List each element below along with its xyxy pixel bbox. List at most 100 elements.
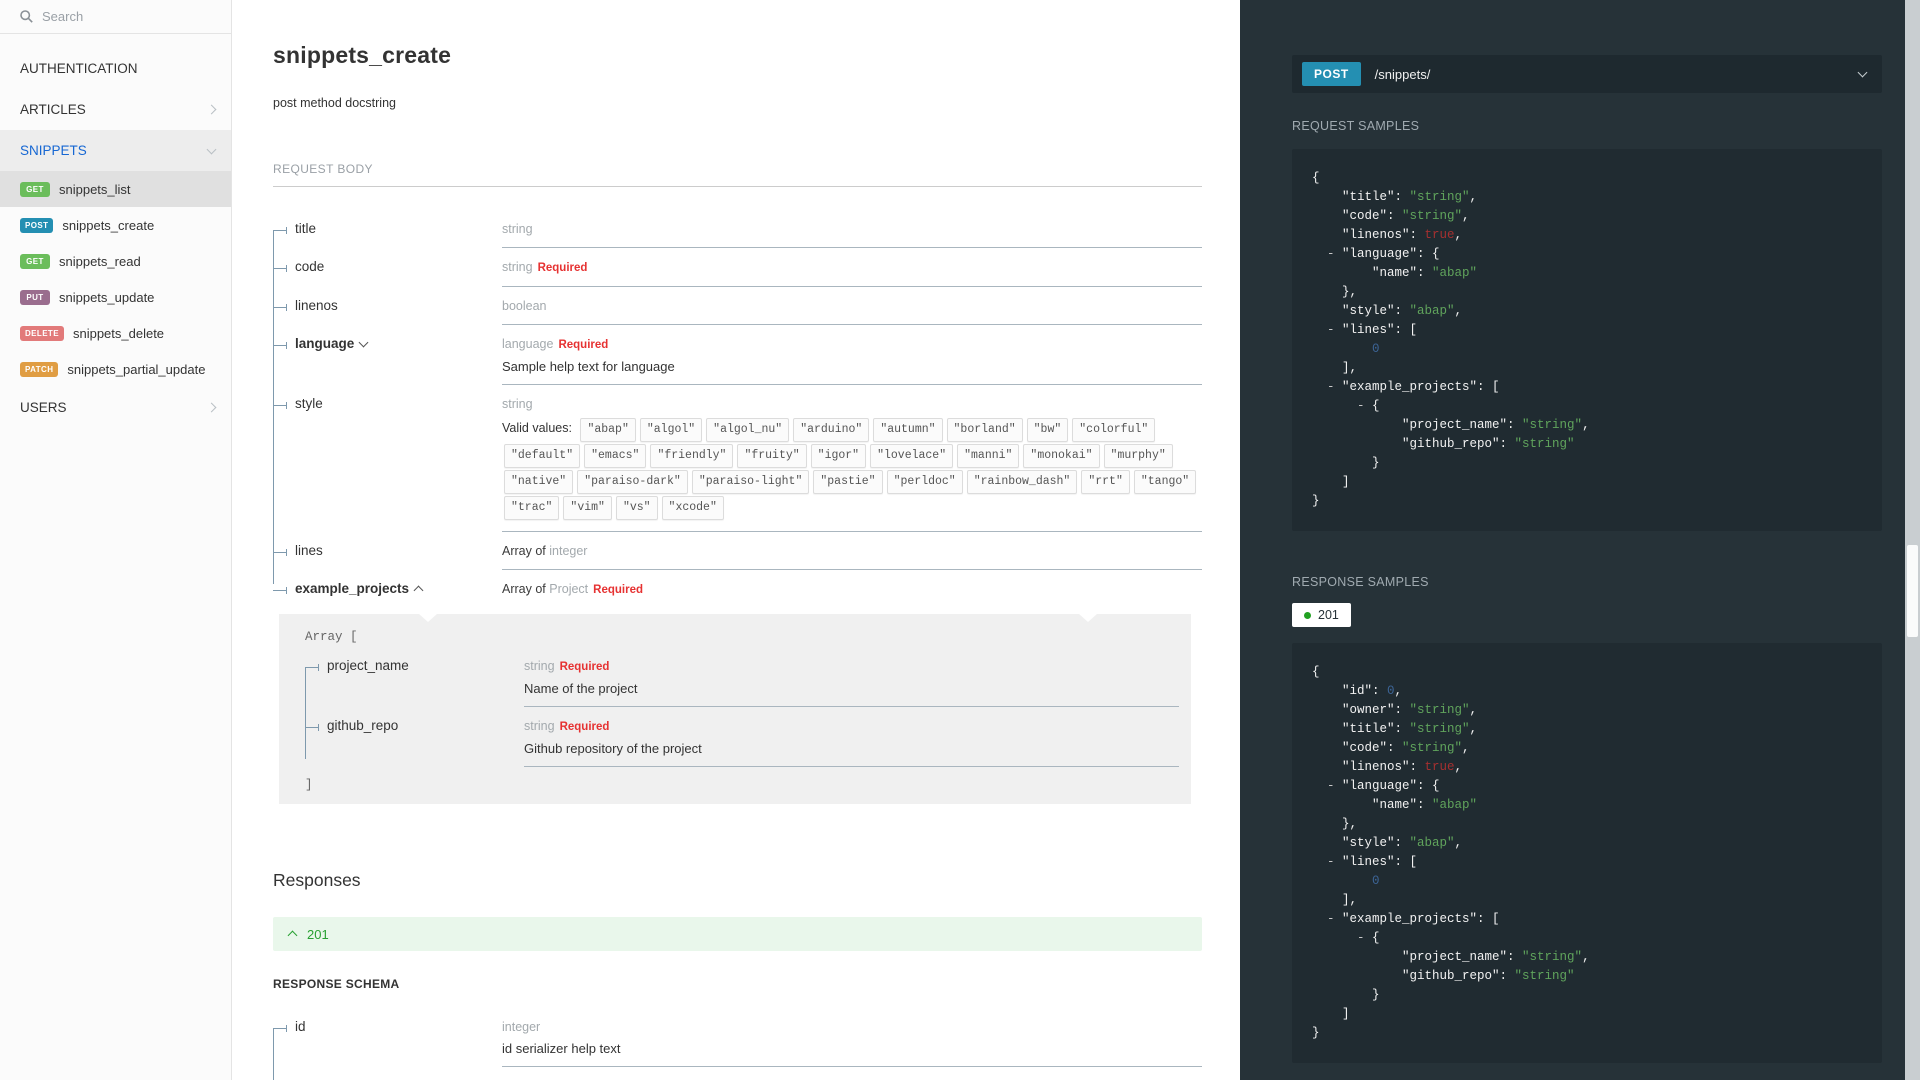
field-name: linenos xyxy=(295,298,338,313)
field-help: Sample help text for language xyxy=(502,359,675,374)
sidebar-item-snippets[interactable]: SNIPPETS xyxy=(0,130,231,171)
field-type-prefix: Array of xyxy=(502,582,550,596)
request-sample-code: { "title": "string", "code": "string", "… xyxy=(1292,149,1882,531)
valid-value-chip: "paraiso-dark" xyxy=(577,470,688,494)
chevron-up-icon xyxy=(413,585,424,596)
valid-value-chip: "rainbow_dash" xyxy=(966,470,1078,494)
field-type: string xyxy=(502,222,533,236)
http-method-badge: GET xyxy=(20,181,50,197)
field-row-project-name: project_name string Required Name of the … xyxy=(305,658,1179,707)
search-input[interactable] xyxy=(42,9,182,24)
sidebar-item-users[interactable]: USERS xyxy=(0,387,231,428)
required-flag: Required xyxy=(593,584,643,596)
samples-panel: POST /snippets/ REQUEST SAMPLES { "title… xyxy=(1240,0,1920,1080)
field-type: string xyxy=(502,397,533,411)
chevron-right-icon xyxy=(206,104,217,115)
operation-label: snippets_partial_update xyxy=(67,361,206,377)
sidebar: AUTHENTICATION ARTICLES SNIPPETS GET sni… xyxy=(0,0,232,1080)
valid-value-chip: "xcode" xyxy=(661,496,724,520)
valid-value-chip: "emacs" xyxy=(584,444,647,468)
field-row-lines: lines Array of integer xyxy=(273,543,1202,570)
http-method-badge: GET xyxy=(20,253,50,269)
chevron-up-icon xyxy=(287,930,298,940)
valid-value-chip: "lovelace" xyxy=(870,444,954,468)
sidebar-operation[interactable]: PUT snippets_update xyxy=(0,279,231,315)
valid-values: Valid values: "abap" "algol" "algol_nu" "ar… xyxy=(502,417,1202,521)
field-name-expandable[interactable]: example_projects xyxy=(295,581,424,596)
tree-tick xyxy=(273,342,287,349)
response-status-code: 201 xyxy=(307,926,329,942)
array-close-bracket: ] xyxy=(305,778,313,792)
page-title: snippets_create xyxy=(273,42,452,68)
valid-values-label: Valid values: xyxy=(502,421,572,435)
response-schema-fields: id integer id serializer help text owner… xyxy=(273,1019,1202,1080)
required-flag: Required xyxy=(558,339,609,351)
status-dot-icon xyxy=(1304,611,1311,619)
sidebar-item-authentication[interactable]: AUTHENTICATION xyxy=(0,48,231,89)
field-row-code: code string Required xyxy=(273,259,1202,287)
scrollbar-thumb[interactable] xyxy=(1907,545,1918,637)
field-type: boolean xyxy=(502,299,547,313)
valid-value-chip: "algol" xyxy=(639,418,703,442)
valid-value-chip: "monokai" xyxy=(1023,444,1100,468)
field-help: Name of the project xyxy=(524,681,638,696)
field-row-id: id integer id serializer help text xyxy=(273,1019,1202,1067)
search-icon xyxy=(20,10,33,23)
field-help: id serializer help text xyxy=(502,1041,621,1056)
valid-value-chip: "vim" xyxy=(563,496,612,520)
field-name: github_repo xyxy=(327,718,399,733)
search-box[interactable] xyxy=(0,0,231,34)
tree-tick xyxy=(273,402,287,409)
valid-value-chip: "paraiso-light" xyxy=(691,470,810,494)
field-name: code xyxy=(295,259,325,274)
chevron-down-icon xyxy=(206,144,217,154)
response-201-toggle[interactable]: 201 xyxy=(273,917,1202,951)
field-name: title xyxy=(295,221,317,236)
sidebar-operation[interactable]: POST snippets_create xyxy=(0,207,231,243)
page-scrollbar[interactable] xyxy=(1905,0,1920,1080)
array-fields: project_name string Required Name of the … xyxy=(305,658,1179,767)
responses-heading: Responses xyxy=(273,870,361,890)
tree-tick xyxy=(305,724,319,731)
tree-tick xyxy=(273,587,287,594)
tree-tick xyxy=(273,304,287,311)
field-row-language: language language Required Sample help te… xyxy=(273,336,1202,385)
sidebar-item-label: ARTICLES xyxy=(20,102,86,117)
sidebar-operation[interactable]: GET snippets_list xyxy=(0,171,231,207)
main-content: snippets_create post method docstring RE… xyxy=(233,0,1240,1080)
field-type: language xyxy=(502,337,554,351)
field-type: string xyxy=(524,719,555,733)
field-name-expandable[interactable]: language xyxy=(295,336,369,351)
operation-label: snippets_create xyxy=(62,217,155,233)
valid-value-chip: "friendly" xyxy=(650,444,734,468)
response-schema-label: RESPONSE SCHEMA xyxy=(273,977,400,991)
endpoint-path: /snippets/ xyxy=(1374,66,1431,82)
sidebar-item-articles[interactable]: ARTICLES xyxy=(0,89,231,130)
operation-label: snippets_delete xyxy=(72,325,165,341)
response-tab-201[interactable]: 201 xyxy=(1292,603,1351,627)
request-body-fields: title string code string Required lineno… xyxy=(273,221,1202,600)
http-method-badge: PUT xyxy=(20,289,50,305)
valid-value-chip: "arduino" xyxy=(793,418,870,442)
valid-value-chip: "rrt" xyxy=(1081,470,1130,494)
sidebar-operation[interactable]: PATCH snippets_partial_update xyxy=(0,351,231,387)
tree-tick xyxy=(273,1025,287,1032)
field-row-title: title string xyxy=(273,221,1202,248)
response-samples-label: RESPONSE SAMPLES xyxy=(1292,575,1429,589)
sidebar-operation[interactable]: GET snippets_read xyxy=(0,243,231,279)
field-type: integer xyxy=(549,544,588,558)
field-type-prefix: Array of xyxy=(502,544,550,558)
valid-value-chip: "pastie" xyxy=(813,470,883,494)
required-flag: Required xyxy=(559,661,610,673)
required-flag: Required xyxy=(559,721,610,733)
valid-value-chip: "perldoc" xyxy=(886,470,963,494)
array-schema-panel: Array [ project_name string Required Name… xyxy=(279,614,1191,804)
field-name: id xyxy=(295,1019,306,1034)
field-help: Github repository of the project xyxy=(524,741,702,756)
endpoint-dropdown[interactable]: POST /snippets/ xyxy=(1292,55,1882,93)
operation-label: snippets_read xyxy=(59,253,141,269)
valid-value-chip: "vs" xyxy=(615,496,658,520)
sidebar-operation[interactable]: DELETE snippets_delete xyxy=(0,315,231,351)
valid-value-chip: "colorful" xyxy=(1072,418,1156,442)
field-type: string xyxy=(502,260,533,274)
